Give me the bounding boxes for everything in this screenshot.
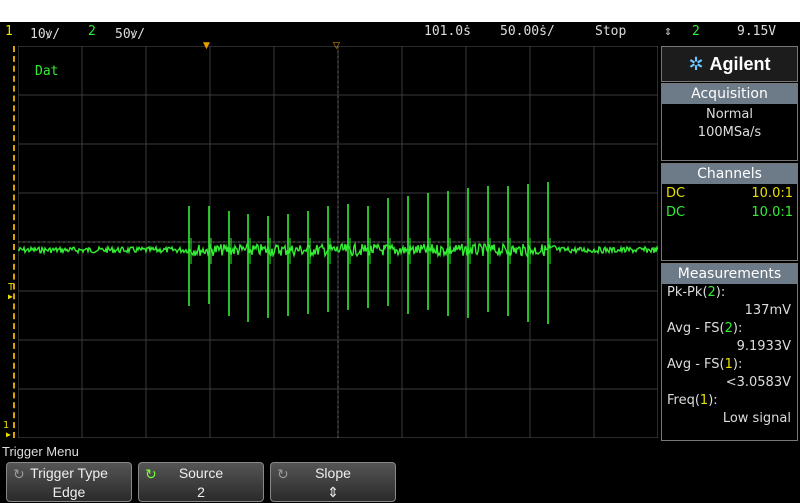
acquisition-panel: Acquisition Normal 100MSa/s — [661, 83, 798, 161]
channels-panel: Channels DC 10.0:1 DC 10.0:1 — [661, 163, 798, 261]
ch1-number[interactable]: 1 — [5, 24, 13, 39]
softkey-value: 2 — [197, 484, 205, 500]
trigger-level: 9.15V — [737, 24, 777, 39]
menu-title: Trigger Menu — [2, 444, 79, 459]
trigger-source: 2 — [692, 24, 700, 39]
channels-header: Channels — [662, 164, 797, 184]
ch2-number[interactable]: 2 — [88, 24, 96, 39]
measurement-item[interactable]: Avg - FS(2): 9.1933V — [662, 320, 797, 356]
rotate-knob-icon: ↻ — [277, 466, 289, 482]
ch1-scale: 10ꝟ/ — [30, 27, 61, 42]
channel-row-2[interactable]: DC 10.0:1 — [662, 203, 797, 222]
acquisition-header: Acquisition — [662, 84, 797, 104]
trigger-time-marker-icon: ▽ — [333, 41, 340, 51]
measurement-channel: 1 — [699, 393, 709, 408]
rotate-knob-icon: ↻ — [145, 466, 157, 482]
measurements-panel: Measurements Pk-Pk(2): 137mV Avg - FS(2)… — [661, 263, 798, 441]
measurement-value: <3.0583V — [725, 375, 791, 390]
channel-1-coupling: DC — [666, 186, 686, 201]
run-state[interactable]: Stop — [595, 24, 626, 39]
softkey-label: Slope — [315, 465, 351, 481]
measurement-value: 9.1933V — [736, 339, 791, 354]
sparkle-logo-icon: ✲ — [688, 53, 704, 75]
rotate-knob-icon: ↻ — [13, 466, 25, 482]
time-reference-marker-icon: ▼ — [203, 41, 210, 51]
measurement-value: Low signal — [722, 411, 791, 426]
waveform-svg — [18, 46, 658, 438]
measurement-item[interactable]: Avg - FS(1): <3.0583V — [662, 356, 797, 392]
ch2-scale: 50ꝟ/ — [115, 27, 146, 42]
measurements-header: Measurements — [662, 264, 797, 284]
measurement-name: Avg - FS — [667, 321, 720, 336]
agilent-logo: ✲ Agilent — [661, 46, 798, 82]
measurement-item[interactable]: Freq(1): Low signal — [662, 392, 797, 428]
acquisition-rate: 100MSa/s — [697, 125, 762, 140]
trigger-type-softkey[interactable]: ↻ Trigger Type Edge — [6, 462, 132, 502]
measurement-name: Pk-Pk — [667, 285, 703, 300]
channel-2-coupling: DC — [666, 205, 686, 220]
measurement-name: Avg - FS — [667, 357, 720, 372]
title-bar — [0, 0, 800, 22]
time-position: 101.0ṡ — [424, 24, 471, 39]
softkey-value: Edge — [52, 484, 86, 500]
measurement-channel: 2 — [707, 285, 716, 300]
measurement-value: 137mV — [744, 303, 791, 318]
time-scale: 50.00ṡ/ — [500, 24, 555, 39]
ch1-ground-arrow-icon: ▶ — [6, 430, 11, 439]
acquisition-mode: Normal — [705, 107, 754, 122]
source-softkey[interactable]: ↻ Source 2 — [138, 462, 264, 502]
measurement-channel: 1 — [724, 357, 733, 372]
softkey-label: Source — [178, 465, 224, 481]
status-bar: 1 10ꝟ/ 2 50ꝟ/ 101.0ṡ 50.00ṡ/ Stop ⇕ 2 9.… — [0, 22, 800, 42]
channel-2-probe: 10.0:1 — [751, 205, 793, 220]
channel-1-probe: 10.0:1 — [751, 186, 793, 201]
softkey-label: Trigger Type — [30, 465, 108, 481]
slope-softkey[interactable]: ↻ Slope ⇕ — [270, 462, 396, 502]
trigger-level-arrow-icon: ▶ — [8, 292, 13, 301]
trigger-slope-icon: ⇕ — [664, 24, 672, 39]
waveform-display[interactable]: Dat — [18, 46, 658, 438]
channel-row-1[interactable]: DC 10.0:1 — [662, 184, 797, 203]
brand-name: Agilent — [709, 53, 771, 74]
softkey-value: ⇕ — [327, 484, 339, 500]
measurement-name: Freq — [667, 393, 695, 408]
measurement-channel: 2 — [724, 321, 733, 336]
waveform-label: Dat — [35, 64, 59, 79]
measurement-item[interactable]: Pk-Pk(2): 137mV — [662, 284, 797, 320]
